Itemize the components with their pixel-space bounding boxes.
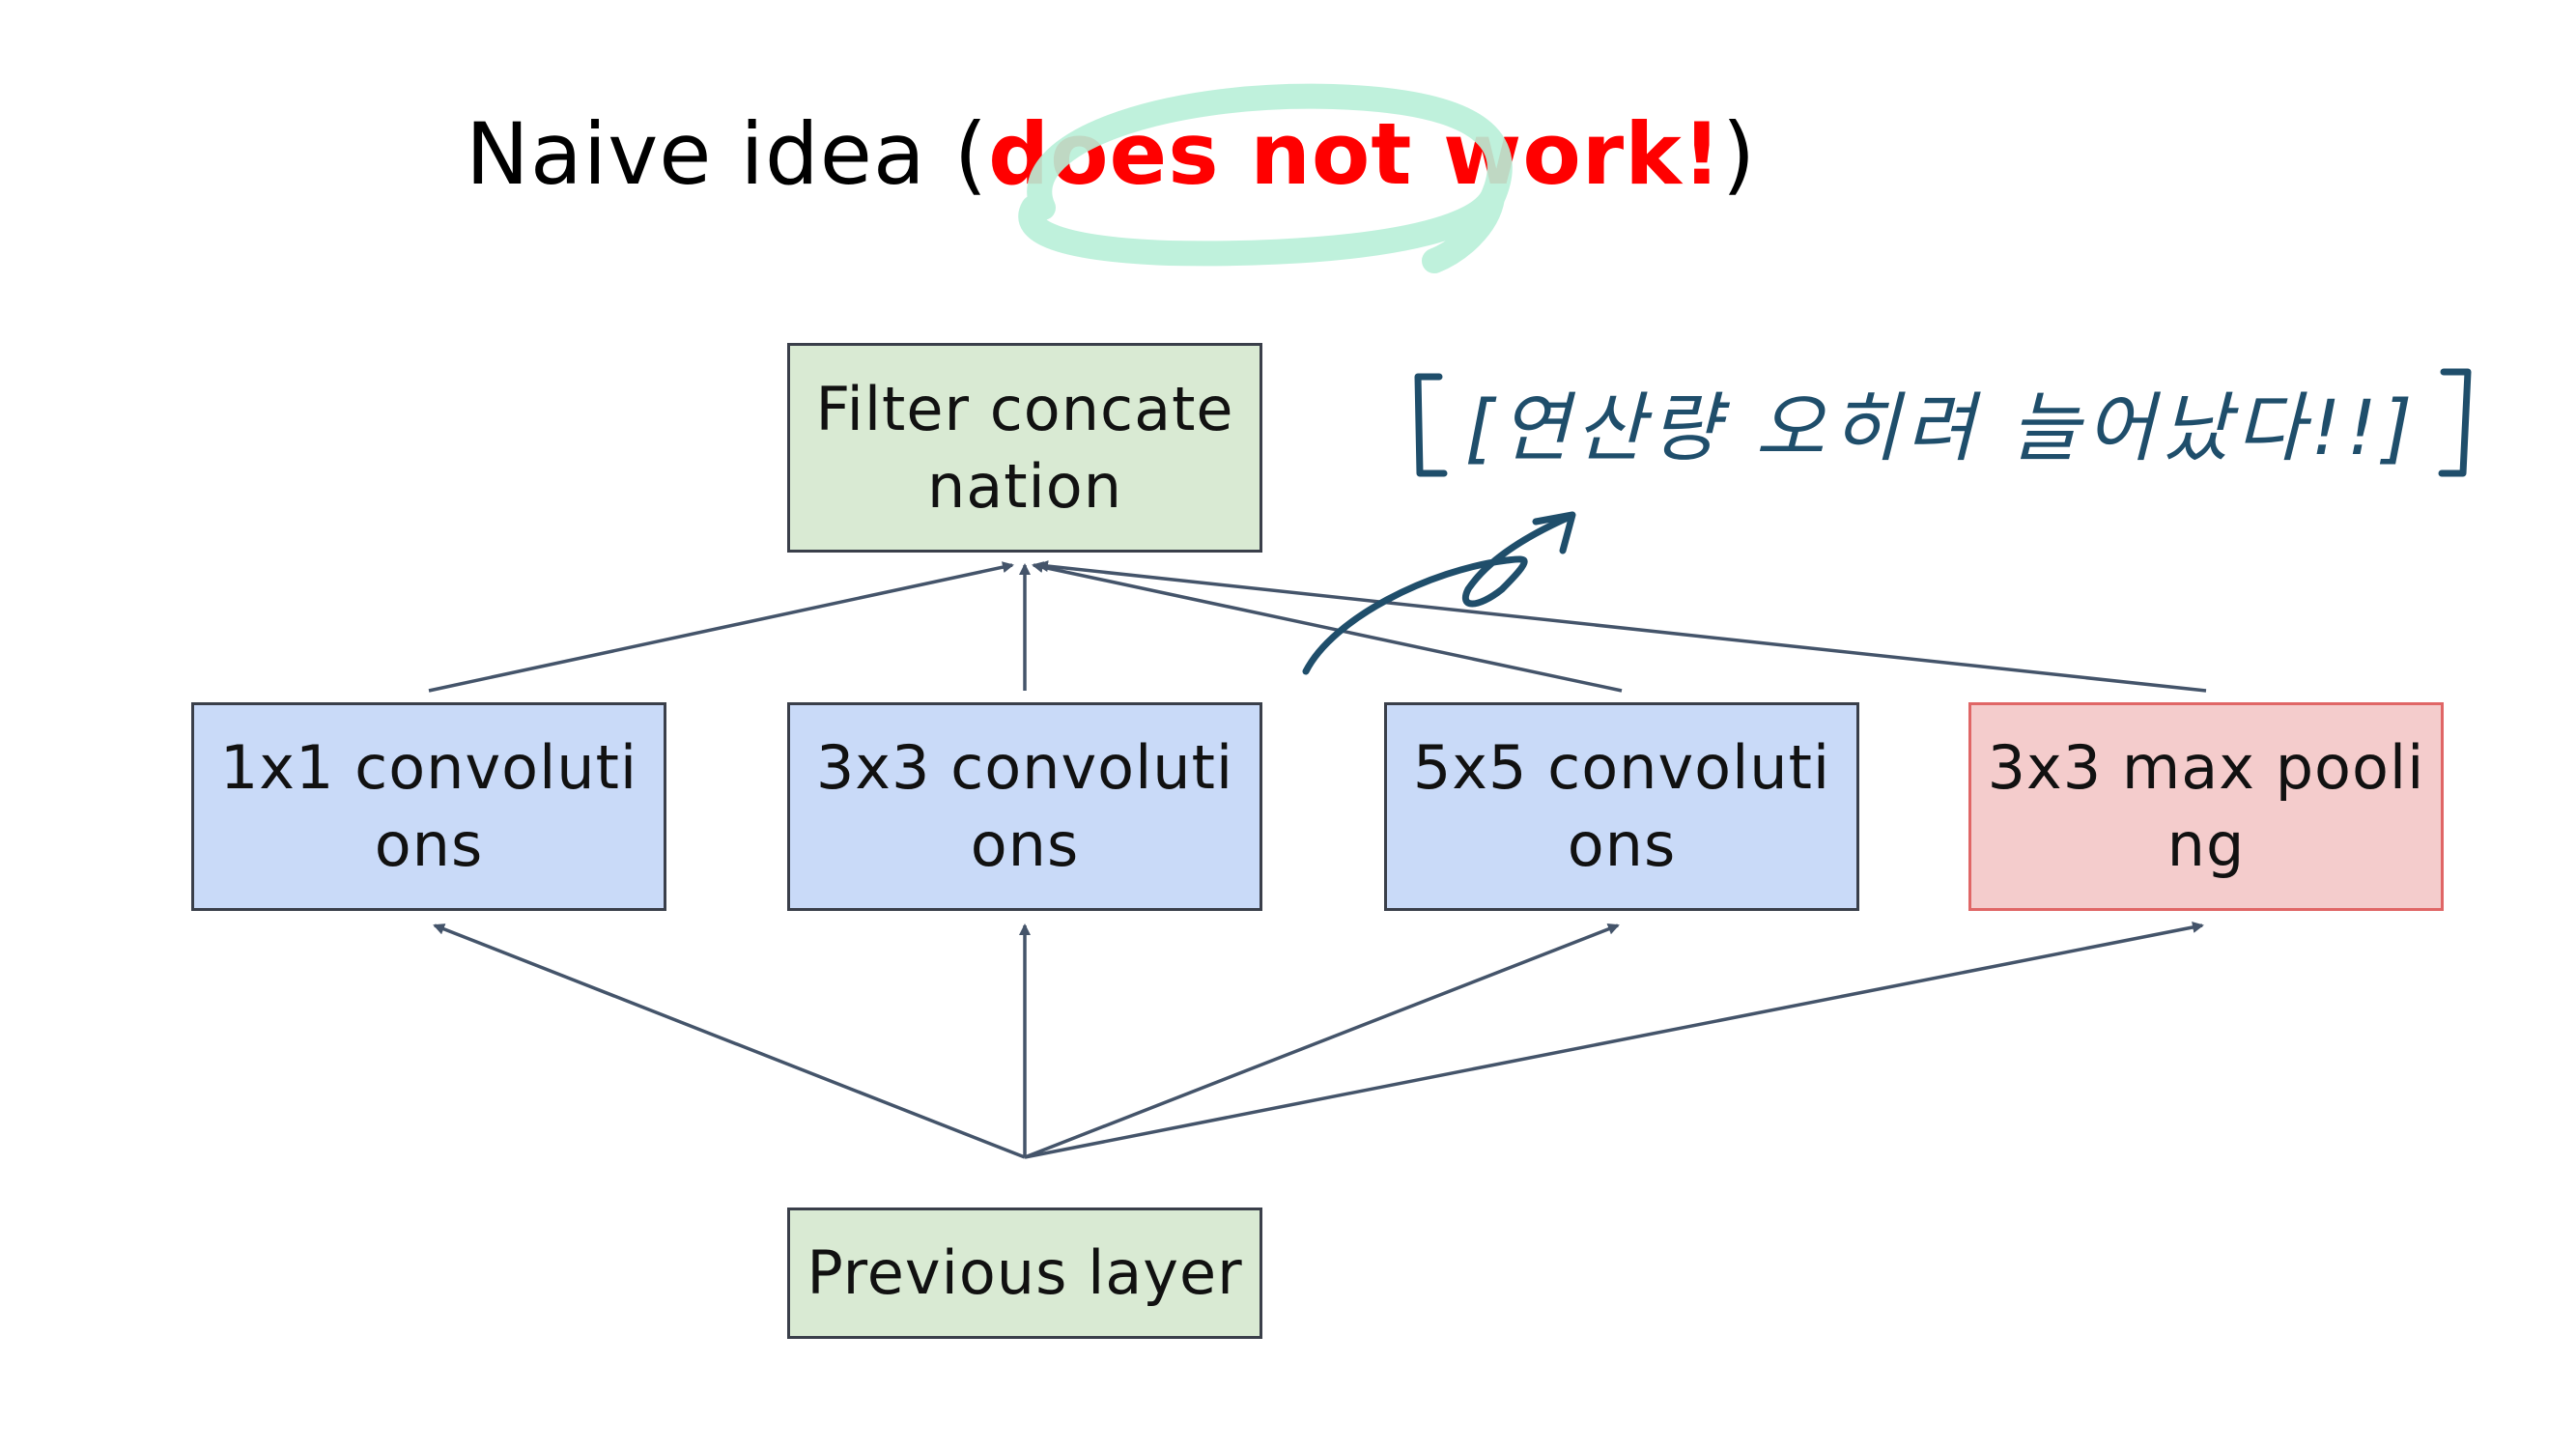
max-pooling-box: 3x3 max pooli ng <box>1968 702 2444 911</box>
arrow-1x1-to-concat <box>428 561 1014 693</box>
arrow-prev-to-5x5 <box>1024 923 1620 1159</box>
arrow-prev-to-1x1 <box>433 923 1026 1159</box>
arrow-prev-to-pool <box>1024 922 2204 1159</box>
conv-5x5-box: 5x5 convoluti ons <box>1384 702 1859 911</box>
filter-concatenation-box: Filter concate nation <box>787 343 1262 553</box>
handwritten-arrow <box>1302 511 1576 675</box>
handwritten-note: [연산량 오히려 늘어났다!!] <box>1414 368 2472 477</box>
arrow-pool-to-concat <box>1036 560 2207 693</box>
handwritten-note-text: [연산량 오히려 늘어났다!!] <box>1465 385 2419 472</box>
conv-1x1-box: 1x1 convoluti ons <box>191 702 666 911</box>
previous-layer-box: Previous layer <box>787 1208 1262 1339</box>
arrow-5x5-to-concat <box>1032 561 1623 693</box>
highlight-scribble <box>1018 83 1513 273</box>
conv-3x3-box: 3x3 convoluti ons <box>787 702 1262 911</box>
